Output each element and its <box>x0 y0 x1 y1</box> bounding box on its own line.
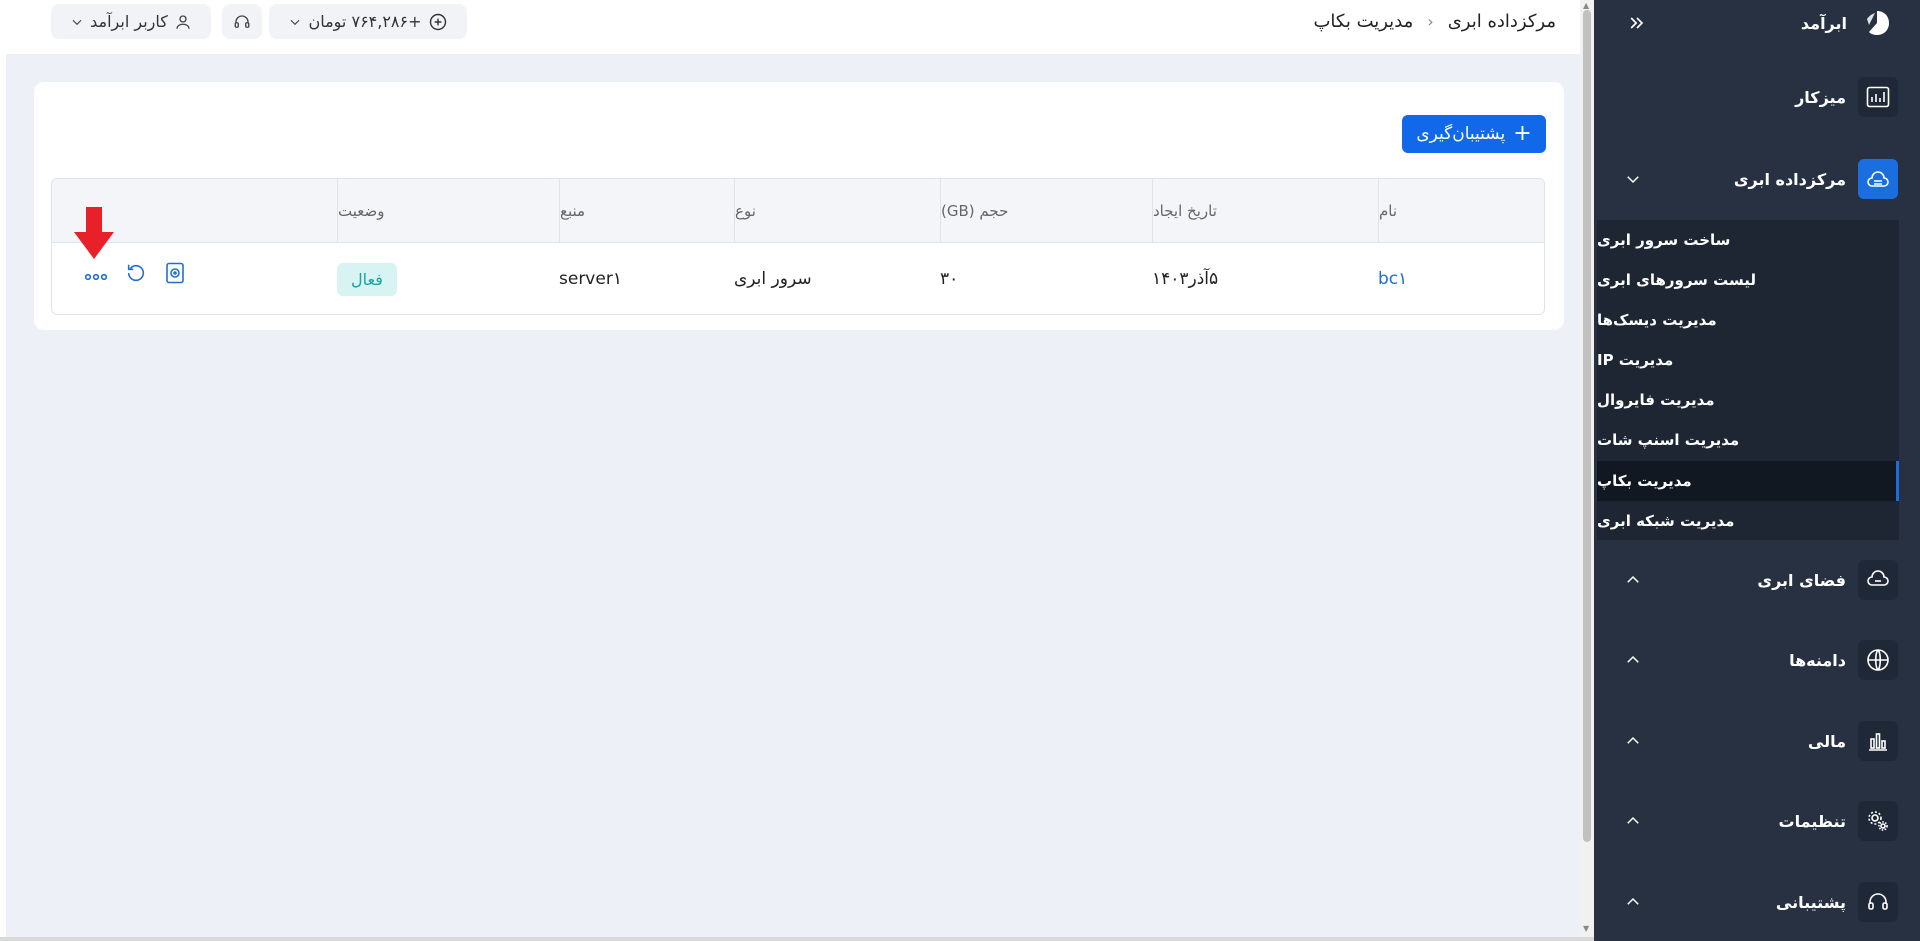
collapse-sidebar-icon[interactable] <box>1627 13 1647 33</box>
column-header-type: نوع <box>734 179 940 243</box>
more-options-button[interactable] <box>82 263 110 291</box>
balance-button[interactable]: +۷۶۴,۲۸۶ تومان <box>269 4 467 39</box>
add-backup-label: پشتیبان‌گیری <box>1416 124 1506 144</box>
cloud-datacenter-icon <box>1858 159 1898 199</box>
balance-label: +۷۶۴,۲۸۶ تومان <box>308 12 422 31</box>
sidebar-item-domains[interactable]: دامنه‌ها <box>1594 630 1920 690</box>
chevron-up-icon <box>1627 897 1639 905</box>
chevron-down-icon <box>72 19 82 25</box>
sidebar-item-settings[interactable]: تنظیمات <box>1594 791 1920 851</box>
column-header-status: وضعیت <box>337 179 559 243</box>
disk-restore-icon <box>166 262 184 284</box>
sidebar-item-label: میزکار <box>1795 87 1846 107</box>
sidebar-item-label: مالی <box>1807 731 1846 751</box>
globe-icon <box>1858 640 1898 680</box>
cell-type: سرور ابری <box>734 243 940 314</box>
chevron-up-icon <box>1627 575 1639 583</box>
sidebar-item-dashboard[interactable]: میزکار <box>1594 67 1920 127</box>
add-circle-icon <box>429 13 446 30</box>
submenu-item-backups[interactable]: مدیریت بکاپ <box>1597 461 1899 501</box>
cloud-datacenter-submenu: ساخت سرور ابری لیست سرورهای ابری مدیریت … <box>1597 220 1899 540</box>
submenu-item-cloud-network[interactable]: مدیریت شبکه ابری <box>1597 501 1899 541</box>
refresh-button[interactable] <box>122 259 150 287</box>
cell-name: bc۱ <box>1378 243 1544 314</box>
submenu-item-snapshots[interactable]: مدیریت اسنپ شات <box>1597 420 1899 460</box>
scroll-down-icon[interactable]: ▼ <box>1583 924 1589 933</box>
sidebar-item-support[interactable]: پشتیبانی <box>1594 872 1920 932</box>
breadcrumb: مرکزداده ابری ‹ مدیریت بکاپ <box>1313 6 1556 36</box>
status-badge: فعال <box>337 262 397 296</box>
scroll-up-icon[interactable]: ▲ <box>1583 1 1589 10</box>
sidebar-item-label: تنظیمات <box>1778 811 1846 831</box>
sidebar-item-label: مرکزداده ابری <box>1733 169 1846 189</box>
chevron-up-icon <box>1627 736 1639 744</box>
chevron-down-icon <box>1627 176 1639 184</box>
user-menu-label: کاربر ابرآمد <box>90 12 168 31</box>
plus-icon: + <box>1513 121 1532 146</box>
chevron-up-icon <box>1627 816 1639 824</box>
ellipsis-icon <box>84 273 108 281</box>
submenu-item-create-server[interactable]: ساخت سرور ابری <box>1597 220 1899 260</box>
sidebar-item-label: فضای ابری <box>1757 570 1846 590</box>
finance-chart-icon <box>1858 721 1898 761</box>
sidebar-brand[interactable]: ابرآمد <box>1594 0 1920 46</box>
submenu-item-ip[interactable]: مدیریت IP <box>1597 340 1899 380</box>
red-arrow-annotation-icon <box>74 207 114 259</box>
add-backup-button[interactable]: + پشتیبان‌گیری <box>1402 115 1546 153</box>
table-header: نام تاریخ ایجاد حجم (GB) نوع منبع وضعیت <box>52 179 1544 243</box>
support-button[interactable] <box>222 4 262 39</box>
type-value: سرور ابری <box>734 269 812 289</box>
cloud-storage-icon <box>1858 560 1898 600</box>
brand-name: ابرآمد <box>1800 13 1847 33</box>
column-header-name: نام <box>1378 179 1544 243</box>
sidebar-item-cloud-datacenter[interactable]: مرکزداده ابری <box>1594 149 1920 209</box>
created-date: ۵آذر۱۴۰۳ <box>1152 269 1219 289</box>
backup-name-link[interactable]: bc۱ <box>1378 269 1407 289</box>
scrollbar-thumb[interactable] <box>1583 10 1591 842</box>
source-value: server۱ <box>559 269 622 289</box>
breadcrumb-parent[interactable]: مرکزداده ابری <box>1448 11 1556 32</box>
sidebar-item-label: دامنه‌ها <box>1789 650 1846 670</box>
chevron-left-icon: ‹ <box>1427 11 1434 31</box>
bottom-edge <box>0 937 1594 941</box>
cell-source: server۱ <box>559 243 734 314</box>
headset-icon <box>1858 882 1898 922</box>
cell-created: ۵آذر۱۴۰۳ <box>1152 243 1378 314</box>
restore-disk-button[interactable] <box>161 259 189 287</box>
submenu-item-firewall[interactable]: مدیریت فایروال <box>1597 380 1899 420</box>
chevron-down-icon <box>290 19 300 25</box>
column-header-created: تاریخ ایجاد <box>1152 179 1378 243</box>
refresh-icon <box>127 264 145 282</box>
table-row: bc۱ ۵آذر۱۴۰۳ ۳۰ سرور ابری server۱ فعال <box>52 243 1544 314</box>
main-content: کاربر ابرآمد +۷۶۴,۲۸۶ تومان مرکزداده ابر… <box>6 0 1580 937</box>
sidebar-item-cloud-storage[interactable]: فضای ابری <box>1594 550 1920 610</box>
headset-icon <box>234 14 250 28</box>
breadcrumb-current: مدیریت بکاپ <box>1313 10 1414 32</box>
dashboard-chart-icon <box>1858 77 1898 117</box>
size-value: ۳۰ <box>940 269 959 289</box>
user-menu-button[interactable]: کاربر ابرآمد <box>51 4 211 39</box>
cell-size: ۳۰ <box>940 243 1152 314</box>
backup-table: نام تاریخ ایجاد حجم (GB) نوع منبع وضعیت … <box>51 178 1545 315</box>
column-header-source: منبع <box>559 179 734 243</box>
settings-gears-icon <box>1858 801 1898 841</box>
sidebar-item-label: پشتیبانی <box>1775 892 1846 912</box>
abramad-logo-icon <box>1867 11 1889 35</box>
column-header-size: حجم (GB) <box>940 179 1152 243</box>
submenu-item-disks[interactable]: مدیریت دیسک‌ها <box>1597 300 1899 340</box>
sidebar-item-finance[interactable]: مالی <box>1594 711 1920 771</box>
submenu-item-server-list[interactable]: لیست سرورهای ابری <box>1597 260 1899 300</box>
vertical-scrollbar[interactable]: ▲ ▼ <box>1580 0 1594 937</box>
cell-status: فعال <box>337 243 559 314</box>
backup-card: + پشتیبان‌گیری نام تاریخ ایجاد حجم (GB) … <box>34 82 1564 330</box>
top-bar: کاربر ابرآمد +۷۶۴,۲۸۶ تومان مرکزداده ابر… <box>6 0 1580 54</box>
user-icon <box>176 14 190 29</box>
chevron-up-icon <box>1627 655 1639 663</box>
